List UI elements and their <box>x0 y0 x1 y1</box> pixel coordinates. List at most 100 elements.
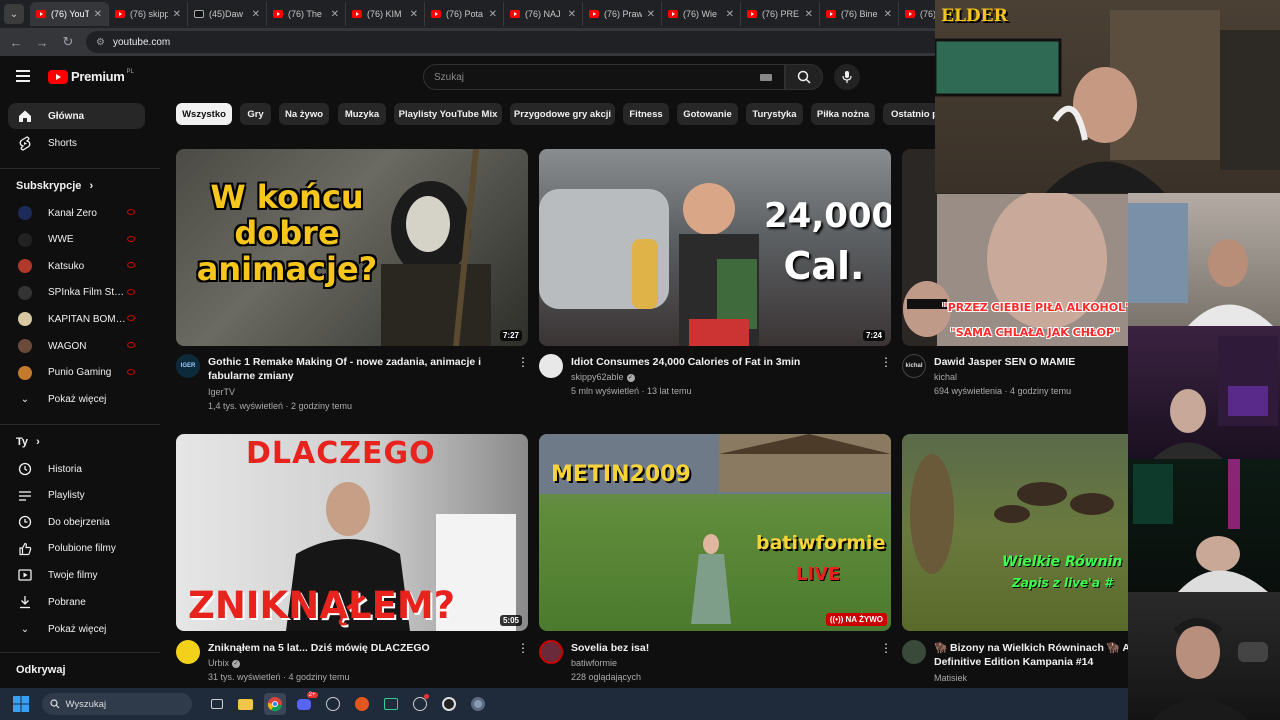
show-more-you[interactable]: ⌄ Pokaż więcej <box>8 616 145 642</box>
channel-name[interactable]: batiwformie <box>571 656 617 670</box>
channel-avatar[interactable]: IGER <box>176 354 200 378</box>
video-title[interactable]: Sovelia bez isa! <box>571 641 871 655</box>
filter-chip[interactable]: Turystyka <box>746 103 803 125</box>
channel-name[interactable]: skippy62able ✓ <box>571 370 635 384</box>
app-icon-notification[interactable] <box>409 693 431 715</box>
reload-icon[interactable]: ↻ <box>58 32 78 52</box>
forward-icon[interactable]: → <box>32 32 52 52</box>
close-tab-icon[interactable]: ✕ <box>489 9 497 20</box>
back-icon[interactable]: ← <box>6 32 26 52</box>
channel-name[interactable]: kichal <box>934 370 957 384</box>
sidebar-item-watch-later[interactable]: Do obejrzenia <box>8 509 145 535</box>
channel-name[interactable]: Matisiek <box>934 671 967 685</box>
more-actions-icon[interactable]: ⋮ <box>880 355 892 369</box>
browser-tab[interactable]: (45)Daw ✕ <box>188 2 267 26</box>
search-button[interactable] <box>785 64 823 90</box>
close-tab-icon[interactable]: ✕ <box>647 9 655 20</box>
close-tab-icon[interactable]: ✕ <box>726 9 734 20</box>
more-actions-icon[interactable]: ⋮ <box>880 641 892 655</box>
subscriptions-heading[interactable]: Subskrypcje › <box>16 180 93 192</box>
video-title[interactable]: Gothic 1 Remake Making Of - nowe zadania… <box>208 355 508 383</box>
video-thumbnail[interactable]: 24,000 Cal. 7:24 <box>539 149 891 346</box>
channel-avatar[interactable] <box>176 640 200 664</box>
video-thumbnail[interactable]: DLACZEGO ZNIKNĄŁEM? 5:05 <box>176 434 528 631</box>
address-bar[interactable]: ⚙ youtube.com <box>86 31 966 53</box>
video-thumbnail[interactable]: W końcu dobre animacje? 7:27 <box>176 149 528 346</box>
video-thumbnail[interactable]: Wielkie Równin Zapis z live'a # <box>902 434 1130 631</box>
sidebar-item-liked[interactable]: Polubione filmy <box>8 536 145 562</box>
filter-chip[interactable]: Gry <box>240 103 271 125</box>
video-thumbnail[interactable]: METIN2009 batiwformie LIVE ((•)) NA ŻYWO <box>539 434 891 631</box>
close-tab-icon[interactable]: ✕ <box>252 9 260 20</box>
you-heading[interactable]: Ty › <box>16 436 40 448</box>
filter-chip[interactable]: Fitness <box>623 103 669 125</box>
subscription-item[interactable]: Kanał Zero <box>8 200 145 226</box>
task-view-icon[interactable] <box>206 693 228 715</box>
filter-chip[interactable]: Piłka nożna <box>811 103 875 125</box>
filter-chip[interactable]: Muzyka <box>338 103 386 125</box>
obs-icon[interactable] <box>438 693 460 715</box>
show-more-subscriptions[interactable]: ⌄ Pokaż więcej <box>8 386 145 412</box>
sidebar-item-home[interactable]: Główna <box>8 103 145 129</box>
video-title[interactable]: Idiot Consumes 24,000 Calories of Fat in… <box>571 355 871 369</box>
browser-tab[interactable]: (76) NAJ ✕ <box>504 2 583 26</box>
browser-tab[interactable]: (76) YouT ✕ <box>30 2 109 26</box>
browser-tab[interactable]: (76) PRE ✕ <box>741 2 820 26</box>
channel-avatar[interactable]: kichal <box>902 354 926 378</box>
filter-chip[interactable]: Przygodowe gry akcji <box>510 103 615 125</box>
settings-icon[interactable] <box>467 693 489 715</box>
sidebar-item-downloads[interactable]: Pobrane <box>8 589 145 615</box>
subscription-item[interactable]: WWE <box>8 227 145 253</box>
browser-tab[interactable]: (76) Bine ✕ <box>820 2 899 26</box>
chrome-icon[interactable] <box>263 693 286 715</box>
app-icon-green-box[interactable] <box>380 693 402 715</box>
close-tab-icon[interactable]: ✕ <box>568 9 576 20</box>
browser-tab[interactable]: (76) skipp ✕ <box>109 2 188 26</box>
video-title[interactable]: Zniknąłem na 5 lat... Dziś mówię DLACZEG… <box>208 641 508 655</box>
taskbar-search[interactable]: Wyszukaj <box>41 693 192 715</box>
subscription-item[interactable]: KAPITAN BOMB... <box>8 306 145 332</box>
close-tab-icon[interactable]: ✕ <box>94 9 102 20</box>
more-actions-icon[interactable]: ⋮ <box>517 641 529 655</box>
filter-chip[interactable]: Playlisty YouTube Mix <box>394 103 502 125</box>
browser-tab[interactable]: (76) KIM ✕ <box>346 2 425 26</box>
file-explorer-icon[interactable] <box>235 693 257 715</box>
search-input[interactable]: Szukaj <box>423 64 785 90</box>
sidebar-item-history[interactable]: Historia <box>8 456 145 482</box>
video-title[interactable]: 🦬 Bizony na Wielkich Równinach 🦬 Ag Defi… <box>934 641 1130 669</box>
tab-search-button[interactable]: ⌄ <box>4 4 24 24</box>
youtube-logo[interactable]: Premium PL <box>48 69 134 84</box>
menu-icon[interactable] <box>16 70 30 82</box>
browser-tab[interactable]: (76) The ✕ <box>267 2 346 26</box>
subscription-item[interactable]: WAGON <box>8 333 145 359</box>
subscription-item[interactable]: Katsuko <box>8 253 145 279</box>
keyboard-icon[interactable] <box>760 74 772 81</box>
close-tab-icon[interactable]: ✕ <box>884 9 892 20</box>
filter-chip[interactable]: Na żywo <box>279 103 329 125</box>
subscription-item[interactable]: Punio Gaming <box>8 360 145 386</box>
discord-icon[interactable]: 2+ <box>293 692 318 715</box>
channel-avatar[interactable] <box>902 640 926 664</box>
close-tab-icon[interactable]: ✕ <box>410 9 418 20</box>
steam-icon[interactable] <box>322 693 344 715</box>
close-tab-icon[interactable]: ✕ <box>173 9 181 20</box>
channel-avatar[interactable] <box>539 354 563 378</box>
close-tab-icon[interactable]: ✕ <box>331 9 339 20</box>
filter-chip[interactable]: Ostatnio p <box>883 103 939 125</box>
site-info-icon[interactable]: ⚙ <box>96 37 105 48</box>
channel-avatar[interactable] <box>539 640 563 664</box>
more-actions-icon[interactable]: ⋮ <box>517 355 529 369</box>
close-tab-icon[interactable]: ✕ <box>805 9 813 20</box>
video-title[interactable]: Dawid Jasper SEN O MAMIE <box>934 355 1130 369</box>
channel-name[interactable]: Urbix ✓ <box>208 656 241 670</box>
subscription-item[interactable]: SPInka Film Stud... <box>8 280 145 306</box>
app-icon-orange[interactable] <box>351 693 373 715</box>
channel-name[interactable]: IgerTV <box>208 385 235 399</box>
sidebar-item-shorts[interactable]: Shorts <box>8 130 145 156</box>
filter-chip[interactable]: Wszystko <box>176 103 232 125</box>
sidebar-item-playlists[interactable]: Playlisty <box>8 483 145 509</box>
windows-start-icon[interactable] <box>10 693 32 715</box>
browser-tab[interactable]: (76) Pota ✕ <box>425 2 504 26</box>
browser-tab[interactable]: (76) Wie ✕ <box>662 2 741 26</box>
voice-search-button[interactable] <box>834 64 860 90</box>
